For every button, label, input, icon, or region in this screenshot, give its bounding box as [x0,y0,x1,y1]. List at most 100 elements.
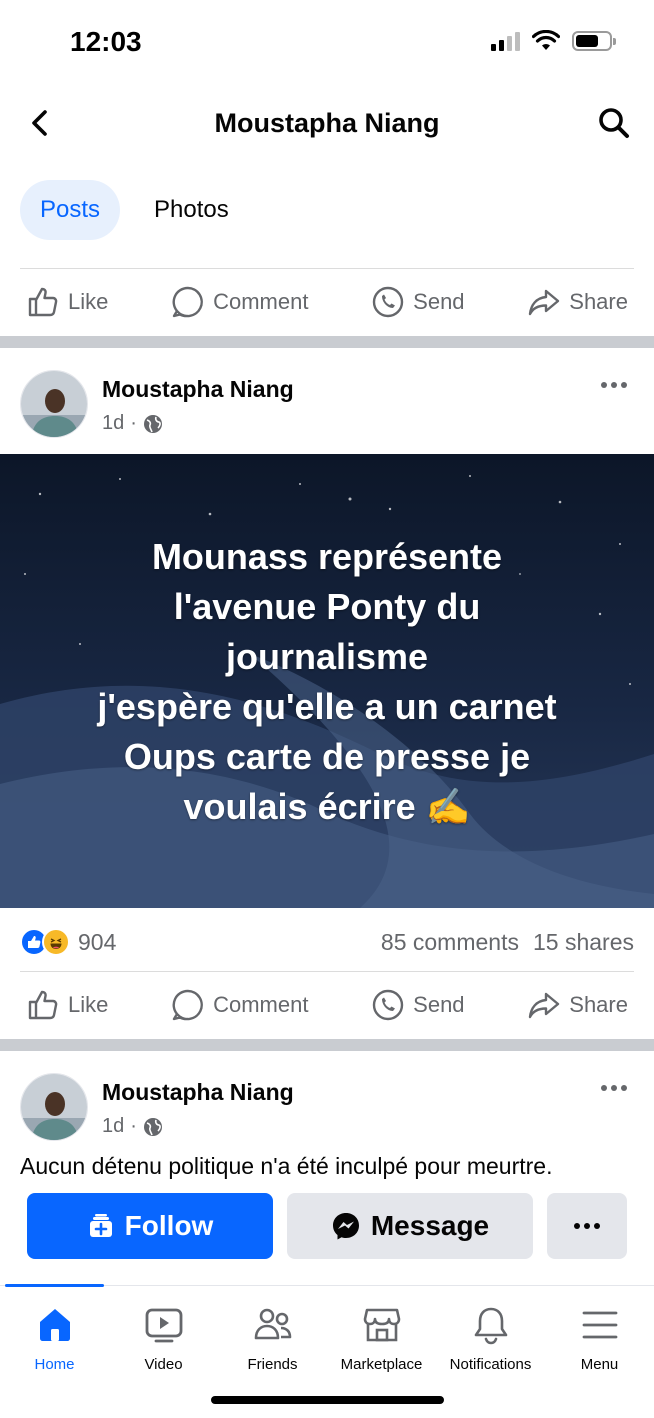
comment-icon [172,989,203,1021]
meta-separator: · [130,1115,137,1137]
profile-more-button[interactable] [547,1193,627,1259]
like-label: Like [68,289,109,314]
reactions-summary: 904 85 comments 15 shares [20,922,634,962]
avatar[interactable] [20,1073,88,1141]
meta-separator: · [130,412,137,434]
profile-header: Moustapha Niang [0,95,654,151]
globe-icon [143,414,162,433]
nav-marketplace[interactable]: Marketplace [327,1304,436,1373]
nav-video[interactable]: Video [109,1304,218,1373]
comment-button[interactable]: Comment [171,285,308,319]
like-label: Like [68,992,109,1017]
section-separator [0,336,654,348]
globe-icon [143,1117,162,1136]
battery-icon [572,31,616,51]
message-label: Message [370,1210,490,1241]
nav-home-label: Home [34,1356,75,1373]
search-icon[interactable] [596,105,632,141]
post-action-bar: Like Comment Send Share [0,270,654,334]
like-button[interactable]: Like [26,285,108,319]
share-label: Share [569,289,628,314]
comment-label: Comment [213,289,309,314]
comments-count[interactable]: 85 comments [381,929,519,956]
status-icons [491,30,616,52]
follow-icon [89,1214,112,1237]
post-text-line: Oups carte de presse je [123,736,531,777]
share-icon [529,289,560,316]
messenger-icon [332,1213,359,1240]
friends-icon [254,1308,291,1340]
like-icon [28,287,58,317]
avatar[interactable] [20,370,88,438]
nav-menu[interactable]: Menu [545,1304,654,1373]
nav-menu-label: Menu [580,1356,619,1373]
follow-label: Follow [124,1210,214,1241]
send-label: Send [413,992,465,1017]
post-text: Aucun détenu politique n'a été inculpé p… [20,1153,553,1179]
post-more-button[interactable] [594,1073,634,1103]
page-title: Moustapha Niang [214,108,440,138]
send-button[interactable]: Send [371,285,465,319]
whatsapp-send-icon [372,286,404,318]
active-tab-indicator [5,1284,104,1287]
send-button[interactable]: Send [371,988,465,1022]
comment-label: Comment [213,992,309,1017]
post-text-line: journalisme [225,636,429,677]
divider [20,971,634,972]
haha-reaction-icon [42,928,70,956]
status-time: 12:03 [70,26,142,57]
nav-friends[interactable]: Friends [218,1304,327,1373]
post-meta: 1d · [102,412,163,435]
post-text: Mounass représente l'avenue Ponty du jou… [0,532,654,832]
whatsapp-send-icon [372,989,404,1021]
follow-button[interactable]: Follow [27,1193,273,1259]
more-icon [574,1223,600,1229]
post-text-line: Mounass représente [151,536,503,577]
post-time: 1d [102,1115,125,1137]
status-bar: 12:03 [0,0,654,88]
post-text-line: voulais écrire ✍️ [183,786,471,827]
menu-icon [582,1311,617,1339]
home-indicator[interactable] [211,1396,444,1404]
post-image[interactable]: Mounass représente l'avenue Ponty du jou… [0,454,654,908]
wifi-icon [532,30,560,50]
reaction-count: 904 [78,928,117,955]
like-icon [28,990,58,1020]
post-author[interactable]: Moustapha Niang [102,1079,294,1106]
send-label: Send [413,289,465,314]
post-more-button[interactable] [594,370,634,400]
share-label: Share [569,992,628,1017]
nav-notifications[interactable]: Notifications [436,1304,545,1373]
post-meta: 1d · [102,1115,163,1138]
share-button[interactable]: Share [527,285,628,319]
post-header: Moustapha Niang 1d · [20,1073,634,1143]
share-button[interactable]: Share [527,988,628,1022]
engagement-counts: 85 comments 15 shares [381,929,634,956]
nav-home[interactable]: Home [0,1304,109,1373]
message-button[interactable]: Message [287,1193,533,1259]
home-icon [39,1309,70,1341]
tab-posts[interactable]: Posts [20,180,121,240]
post-author[interactable]: Moustapha Niang [102,376,294,403]
post-header: Moustapha Niang 1d · [20,370,634,440]
shares-count[interactable]: 15 shares [533,929,634,956]
post-time: 1d [102,412,125,434]
profile-action-buttons: Follow Message [27,1193,627,1259]
comment-icon [172,286,203,318]
comment-button[interactable]: Comment [171,988,308,1022]
nav-video-label: Video [144,1356,183,1373]
divider [20,268,634,269]
bottom-navigation: Home Video Friends Marketplace Notificat… [0,1284,654,1418]
nav-notifications-label: Notifications [449,1356,532,1373]
reaction-icons[interactable]: 904 [20,928,116,956]
tab-photos[interactable]: Photos [134,180,249,240]
marketplace-icon [363,1308,400,1342]
bell-icon [474,1307,507,1345]
nav-friends-label: Friends [247,1356,298,1373]
post-action-bar: Like Comment Send Share [0,973,654,1037]
profile-tabs: Posts Photos [20,180,249,240]
like-button[interactable]: Like [26,988,108,1022]
video-icon [145,1308,182,1343]
signal-icon [491,31,520,51]
nav-marketplace-label: Marketplace [340,1356,423,1373]
